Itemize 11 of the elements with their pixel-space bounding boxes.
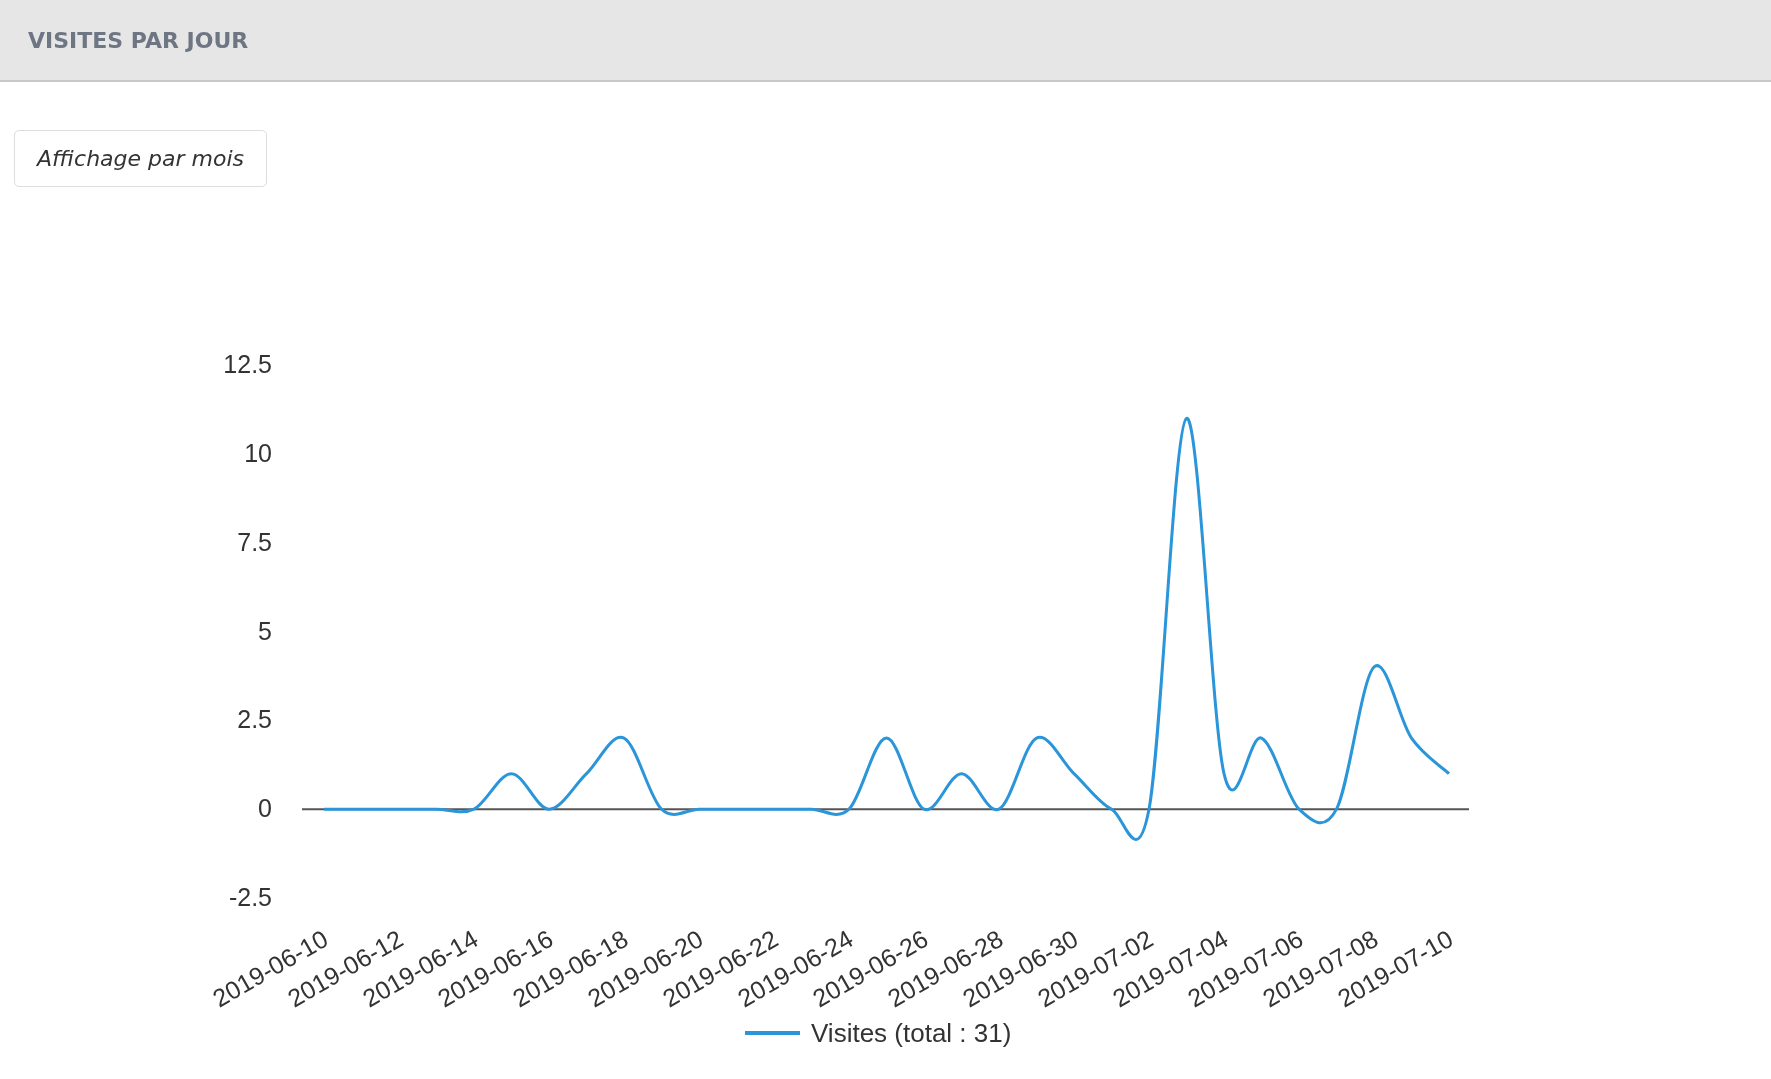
y-axis-label: 2.5 [237,705,272,734]
y-axis-label: -2.5 [228,883,272,911]
legend-swatch-icon [745,1031,800,1035]
y-axis-label: 12.5 [223,350,272,378]
legend-label[interactable]: Visites (total : 31) [811,1018,1012,1048]
y-axis-label: 7.5 [237,527,272,556]
y-axis-label: 10 [244,438,272,467]
y-axis-label: 5 [258,616,272,645]
y-axis-label: 0 [258,794,272,823]
monthly-view-button[interactable]: Affichage par mois [14,130,267,187]
panel-title: VISITES PAR JOUR [28,27,249,53]
